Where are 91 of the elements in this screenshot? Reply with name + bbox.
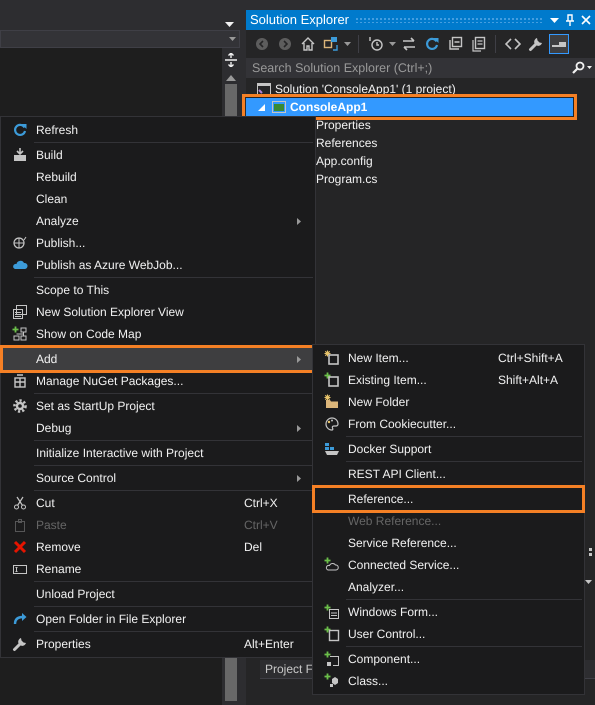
document-star-icon bbox=[324, 350, 340, 366]
menu-item[interactable]: Unload Project bbox=[3, 583, 313, 605]
window-icon bbox=[12, 304, 28, 320]
gear-icon bbox=[12, 398, 28, 414]
menu-item[interactable]: User Control... bbox=[315, 623, 582, 645]
diagram-icon bbox=[12, 326, 28, 342]
menu-item[interactable]: Initialize Interactive with Project bbox=[3, 442, 313, 464]
cloud-plus-icon bbox=[324, 557, 340, 573]
menu-item[interactable]: Set as StartUp Project bbox=[3, 395, 313, 417]
shortcut-label: Del bbox=[243, 539, 264, 556]
menu-item[interactable]: Existing Item... Shift+Alt+A bbox=[315, 369, 582, 391]
menu-item[interactable]: Rename bbox=[3, 558, 313, 580]
document-plus-icon bbox=[324, 372, 340, 388]
class-icon bbox=[324, 673, 340, 689]
menu-item[interactable]: Manage NuGet Packages... bbox=[3, 370, 313, 392]
menu-item[interactable]: Properties Alt+Enter bbox=[3, 633, 313, 655]
home-icon bbox=[300, 36, 316, 52]
refresh-icon bbox=[12, 122, 28, 138]
split-icon[interactable] bbox=[225, 53, 237, 67]
menu-item[interactable]: Open Folder in File Explorer bbox=[3, 608, 313, 630]
wrench-icon bbox=[12, 636, 28, 652]
expand-arrow-icon[interactable] bbox=[258, 104, 265, 110]
menu-item[interactable]: Rebuild bbox=[3, 166, 313, 188]
project-icon bbox=[271, 99, 287, 115]
package-icon bbox=[12, 373, 28, 389]
menu-item[interactable]: Add bbox=[3, 348, 313, 370]
form-plus-icon bbox=[324, 604, 340, 620]
menu-item[interactable]: Show on Code Map bbox=[3, 323, 313, 345]
menu-item[interactable]: Source Control bbox=[3, 467, 313, 489]
dropdown-icon[interactable] bbox=[550, 18, 559, 22]
menu-item[interactable]: Connected Service... bbox=[315, 554, 582, 576]
back-icon bbox=[254, 36, 270, 52]
refresh-icon bbox=[424, 36, 440, 52]
menu-item[interactable]: Refresh bbox=[3, 119, 313, 141]
wrench-icon bbox=[528, 36, 544, 52]
menu-item[interactable]: Remove Del bbox=[3, 536, 313, 558]
control-plus-icon bbox=[324, 626, 340, 642]
shortcut-label: Alt+Enter bbox=[243, 636, 295, 653]
swap-arrows-icon bbox=[401, 36, 417, 52]
curved-arrow-icon bbox=[12, 611, 28, 627]
menu-item[interactable]: Docker Support bbox=[315, 438, 582, 460]
collapse-icon bbox=[447, 36, 463, 52]
grip-icon[interactable] bbox=[589, 547, 592, 557]
caret-icon bbox=[229, 37, 236, 41]
menu-item[interactable]: New Solution Explorer View bbox=[3, 301, 313, 323]
menu-item[interactable]: REST API Client... bbox=[315, 463, 582, 485]
menu-item[interactable]: Publish as Azure WebJob... bbox=[3, 254, 313, 276]
menu-item[interactable]: Scope to This bbox=[3, 279, 313, 301]
caret-icon[interactable] bbox=[344, 42, 351, 46]
folder-icon bbox=[324, 394, 340, 410]
code-icon bbox=[505, 36, 521, 52]
menu-item[interactable]: New Folder bbox=[315, 391, 582, 413]
menu-item[interactable]: Cut Ctrl+X bbox=[3, 492, 313, 514]
dropdown-field[interactable] bbox=[0, 30, 240, 48]
search-field[interactable]: Search Solution Explorer (Ctrl+;) bbox=[246, 58, 569, 78]
menu-item[interactable]: Windows Form... bbox=[315, 601, 582, 623]
close-icon[interactable] bbox=[581, 15, 591, 25]
menu-item[interactable]: Debug bbox=[3, 417, 313, 439]
build-icon bbox=[12, 147, 28, 163]
shortcut-label: Shift+Alt+A bbox=[497, 372, 560, 389]
menu-item[interactable]: Service Reference... bbox=[315, 532, 582, 554]
caret-icon[interactable] bbox=[585, 580, 592, 584]
shortcut-label: Ctrl+X bbox=[243, 495, 279, 512]
panel-title: Solution Explorer bbox=[250, 11, 349, 30]
container-stack-icon bbox=[324, 441, 340, 457]
menu-item[interactable]: Analyzer... bbox=[315, 576, 582, 598]
menu-item[interactable]: Publish... bbox=[3, 232, 313, 254]
pin-icon[interactable] bbox=[565, 14, 575, 26]
palette-icon bbox=[324, 416, 340, 432]
shortcut-label: Ctrl+V bbox=[243, 517, 279, 534]
menu-item[interactable]: New Item... Ctrl+Shift+A bbox=[315, 347, 582, 369]
globe-icon bbox=[12, 235, 28, 251]
caret-icon[interactable] bbox=[389, 42, 396, 46]
forward-icon bbox=[277, 36, 293, 52]
copy-icon bbox=[470, 36, 486, 52]
scroll-up-icon[interactable] bbox=[226, 75, 236, 81]
x-mark-icon bbox=[12, 539, 28, 555]
menu-item[interactable]: From Cookiecutter... bbox=[315, 413, 582, 435]
menu-item[interactable]: Reference... bbox=[315, 488, 582, 510]
component-icon bbox=[324, 651, 340, 667]
menu-item[interactable]: Analyze bbox=[3, 210, 313, 232]
menu-item[interactable]: Build bbox=[3, 144, 313, 166]
history-icon bbox=[368, 36, 384, 52]
solution-icon bbox=[256, 81, 272, 97]
sync-icon bbox=[323, 36, 339, 52]
search-icon[interactable] bbox=[569, 58, 595, 78]
menu-item[interactable]: Clean bbox=[3, 188, 313, 210]
scissors-icon bbox=[12, 495, 28, 511]
preview-button[interactable] bbox=[549, 34, 569, 54]
shortcut-label: Ctrl+Shift+A bbox=[497, 350, 564, 367]
caret-icon[interactable] bbox=[225, 22, 234, 27]
